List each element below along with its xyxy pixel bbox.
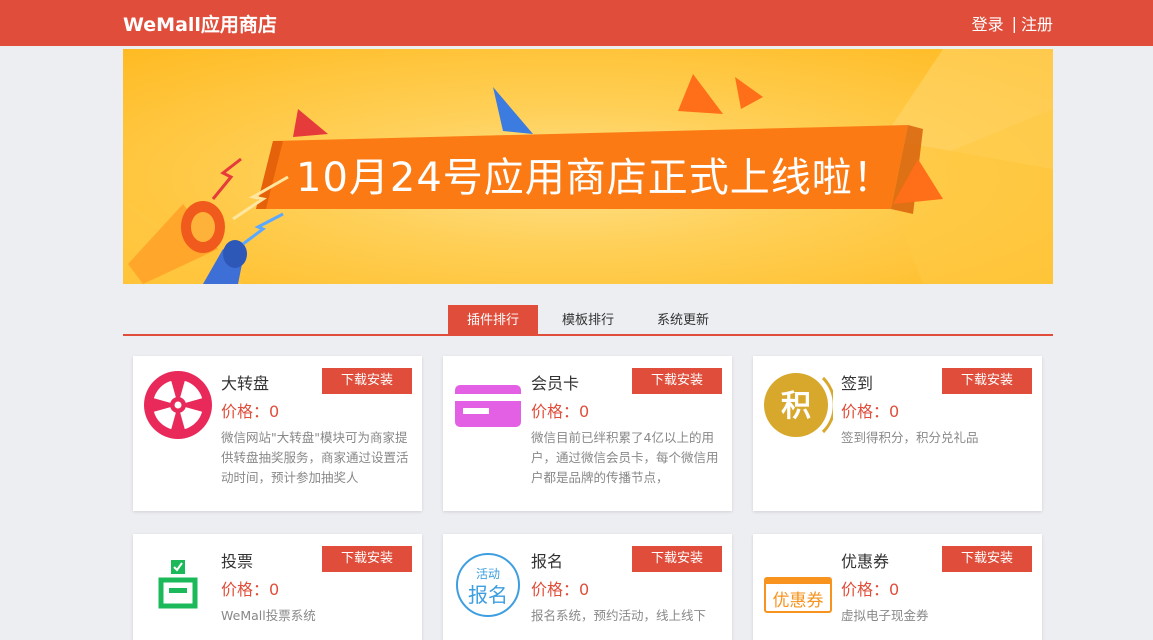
register-link[interactable]: 注册 [1021,11,1053,35]
app-title: 报名 [531,552,564,571]
tab-template-ranking[interactable]: 模板排行 [543,305,633,334]
app-price: 价格：0 [221,580,280,599]
svg-text:活动: 活动 [476,567,500,581]
banner-headline: 10月24号应用商店正式上线啦！ [296,155,894,201]
app-card-coupon[interactable]: 优惠券 优惠券 下载安装 价格：0 虚拟电子现金券 [753,534,1042,640]
tab-system-updates[interactable]: 系统更新 [638,305,728,334]
app-price: 价格：0 [531,580,590,599]
app-description: 签到得积分，积分兑礼品 [841,430,979,445]
download-install-button[interactable]: 下载安装 [322,368,412,394]
app-price: 价格：0 [841,580,900,599]
app-title: 签到 [841,374,874,393]
app-price: 价格：0 [841,402,900,421]
app-description: WeMall投票系统 [221,608,316,623]
download-install-button[interactable]: 下载安装 [322,546,412,572]
app-title: 大转盘 [221,374,270,393]
download-install-button[interactable]: 下载安装 [942,546,1032,572]
app-price: 价格：0 [531,402,590,421]
auth-links: 登录 | 注册 [972,11,1053,35]
app-title: 投票 [221,552,254,571]
app-card-vote[interactable]: 投票 下载安装 价格：0 WeMall投票系统 [133,534,422,640]
signup-stamp-icon: 活动 报名 [456,553,520,617]
wheel-icon [144,371,212,439]
app-card-signup[interactable]: 活动 报名 报名 下载安装 价格：0 报名系统，预约活动，线上线下 [443,534,732,640]
svg-text:积: 积 [781,389,811,424]
auth-separator: | [1011,13,1017,33]
app-description: 微信网站"大转盘"模块可为商家提供转盘抽奖服务，商家通过设置活动时间，预计参加抽… [221,430,409,485]
tab-plugin-ranking[interactable]: 插件排行 [448,305,538,334]
member-card-icon [455,385,521,427]
points-icon: 积 [764,373,833,437]
svg-text:优惠券: 优惠券 [773,591,824,611]
ranking-tabs: 插件排行 模板排行 系统更新 [123,305,1053,336]
download-install-button[interactable]: 下载安装 [942,368,1032,394]
download-install-button[interactable]: 下载安装 [632,368,722,394]
app-card-checkin[interactable]: 积 签到 下载安装 价格：0 签到得积分，积分兑礼品 [753,356,1042,511]
brand-logo[interactable]: WeMall应用商店 [123,10,277,37]
download-install-button[interactable]: 下载安装 [632,546,722,572]
app-description: 报名系统，预约活动，线上线下 [531,608,707,623]
promo-banner[interactable]: 10月24号应用商店正式上线啦！ [123,49,1053,284]
app-description: 虚拟电子现金券 [841,608,929,623]
top-nav-bar: WeMall应用商店 登录 | 注册 [0,0,1153,46]
login-link[interactable]: 登录 [972,11,1004,35]
app-price: 价格：0 [221,402,280,421]
app-title: 会员卡 [531,374,580,393]
app-card-wheel[interactable]: 大转盘 下载安装 价格：0 微信网站"大转盘"模块可为商家提供转盘抽奖服务，商家… [133,356,422,511]
app-card-member-card[interactable]: 会员卡 下载安装 价格：0 微信目前已绊积累了4亿以上的用户，通过微信会员卡，每… [443,356,732,511]
svg-text:报名: 报名 [468,583,508,607]
ballot-box-icon [158,560,198,609]
app-description: 微信目前已绊积累了4亿以上的用户，通过微信会员卡，每个微信用户都是品牌的传播节点… [531,430,719,485]
coupon-icon: 优惠券 [764,577,832,613]
app-title: 优惠券 [841,552,890,571]
